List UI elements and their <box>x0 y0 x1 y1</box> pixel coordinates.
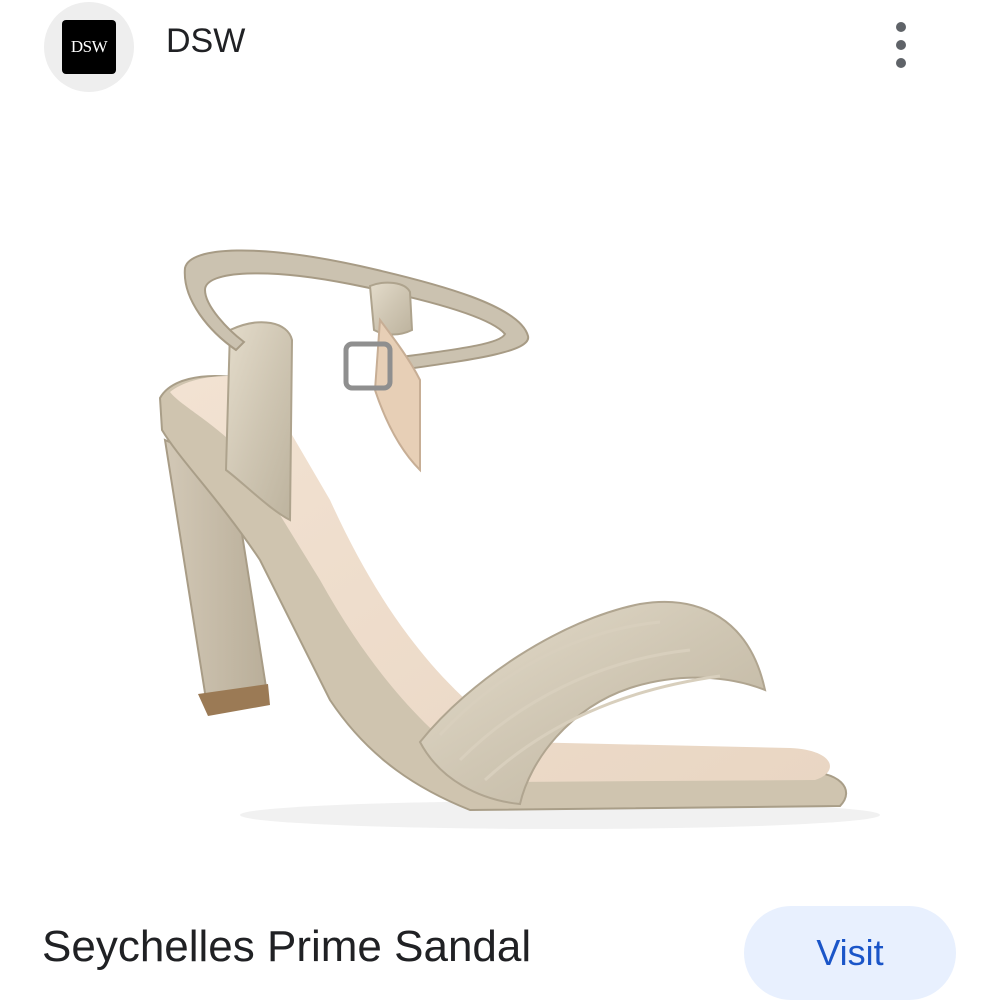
source-name[interactable]: DSW <box>166 22 245 61</box>
product-title: Seychelles Prime Sandal <box>42 922 532 971</box>
visit-button[interactable]: Visit <box>744 906 956 1000</box>
more-dot <box>896 58 906 68</box>
more-dot <box>896 22 906 32</box>
strap-loop <box>368 281 414 336</box>
more-options-icon[interactable] <box>878 14 924 76</box>
source-avatar[interactable]: DSW <box>44 2 134 92</box>
product-image[interactable] <box>0 100 1000 890</box>
source-header: DSW DSW <box>0 0 1000 92</box>
dsw-logo: DSW <box>62 20 116 74</box>
more-dot <box>896 40 906 50</box>
